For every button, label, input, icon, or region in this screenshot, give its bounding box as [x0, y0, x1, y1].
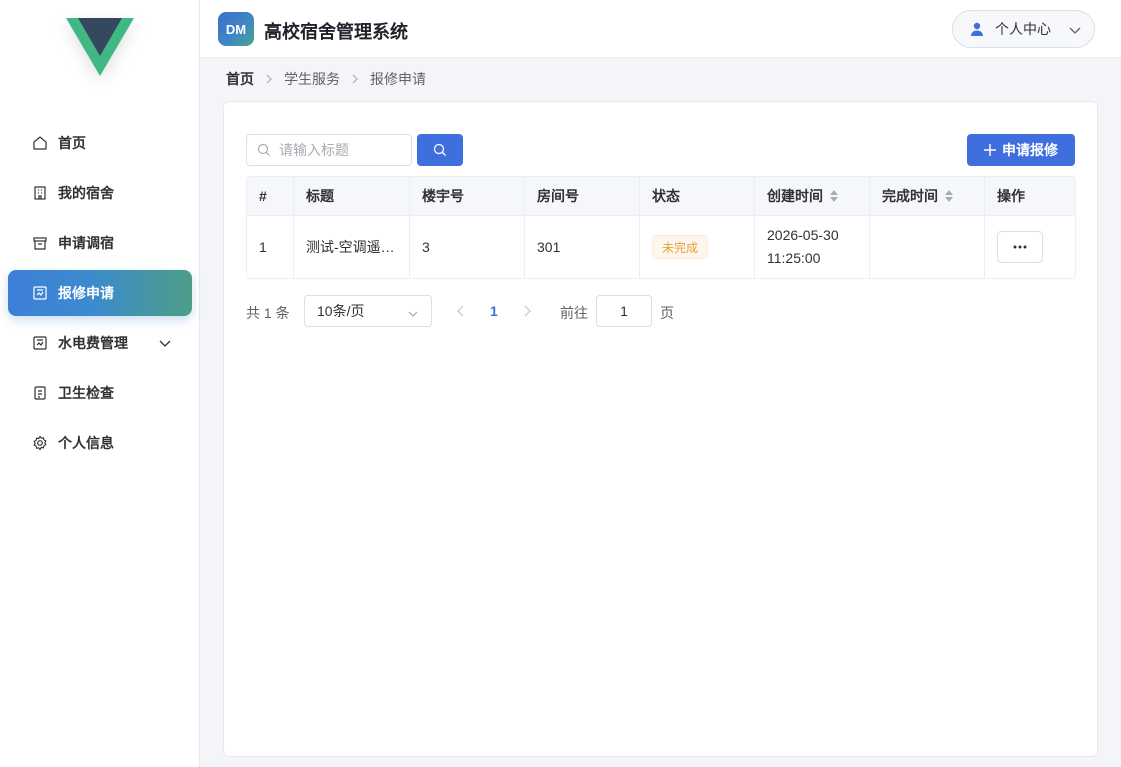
search-button[interactable]	[417, 134, 463, 166]
user-center-label: 个人中心	[995, 21, 1051, 37]
sidebar-item-repair[interactable]: 报修申请	[8, 270, 192, 316]
chevron-right-icon	[264, 74, 274, 84]
chevron-down-icon	[407, 307, 419, 323]
main-card: 申请报修 # 标题 楼宇号 房间号 状态 创建时间 完成时间 操作	[223, 101, 1098, 757]
created-datetime: 2026-05-30 11:25:00	[767, 224, 839, 270]
column-header-title: 标题	[294, 177, 410, 215]
sidebar-item-profile[interactable]: 个人信息	[8, 420, 192, 466]
pagination-total: 共 1 条	[246, 305, 290, 321]
created-date: 2026-05-30	[767, 227, 839, 243]
cell-building: 3	[410, 216, 525, 278]
breadcrumb-current: 报修申请	[370, 71, 426, 87]
page-suffix: 页	[660, 305, 674, 321]
repair-table: # 标题 楼宇号 房间号 状态 创建时间 完成时间 操作 1 测试-空调遥控 3…	[246, 176, 1076, 279]
column-header-index: #	[247, 177, 294, 215]
column-header-finished[interactable]: 完成时间	[870, 177, 985, 215]
search-input[interactable]	[279, 142, 399, 158]
status-badge: 未完成	[652, 235, 709, 259]
sidebar-item-home[interactable]: 首页	[8, 120, 192, 166]
cell-finished	[870, 216, 985, 278]
sidebar-menu: 首页 我的宿舍 申请调宿 报修申请 水电费管理 卫生检查 个人信息	[8, 120, 192, 470]
cell-created: 2026-05-30 11:25:00	[755, 216, 870, 278]
cell-actions	[985, 216, 1075, 278]
apply-repair-label: 申请报修	[1002, 142, 1058, 158]
plus-icon	[984, 144, 996, 156]
search-field[interactable]	[246, 134, 412, 166]
created-time: 11:25:00	[767, 250, 821, 266]
column-header-created[interactable]: 创建时间	[755, 177, 870, 215]
more-actions-button[interactable]	[997, 231, 1043, 263]
building-icon	[32, 185, 48, 201]
page-size-value: 10条/页	[317, 303, 365, 319]
table-row: 1 测试-空调遥控器坏了 3 301 未完成 2026-05-30 11:25:…	[247, 216, 1075, 278]
cell-room: 301	[525, 216, 640, 278]
sidebar-item-label: 申请调宿	[58, 235, 114, 251]
search-icon	[433, 143, 447, 157]
page-number[interactable]: 1	[490, 303, 498, 319]
breadcrumb-home[interactable]: 首页	[226, 69, 254, 89]
table-header: # 标题 楼宇号 房间号 状态 创建时间 完成时间 操作	[247, 177, 1075, 216]
column-header-created-label: 创建时间	[767, 188, 823, 204]
sidebar-item-transfer[interactable]: 申请调宿	[8, 220, 192, 266]
more-icon	[1013, 245, 1027, 249]
sidebar: 首页 我的宿舍 申请调宿 报修申请 水电费管理 卫生检查 个人信息	[0, 0, 200, 767]
meter-icon	[32, 335, 48, 351]
breadcrumb: 首页 学生服务 报修申请	[226, 70, 426, 88]
column-header-status: 状态	[640, 177, 755, 215]
tools-icon	[32, 285, 48, 301]
gear-icon	[32, 435, 48, 451]
sidebar-item-label: 卫生检查	[58, 385, 114, 401]
page-jump-input[interactable]	[596, 295, 652, 327]
column-header-finished-label: 完成时间	[882, 188, 938, 204]
sidebar-item-label: 报修申请	[58, 285, 114, 301]
cell-title: 测试-空调遥控器坏了	[294, 216, 410, 278]
sidebar-item-label: 水电费管理	[58, 335, 128, 351]
app-title: 高校宿舍管理系统	[264, 22, 408, 42]
column-header-actions: 操作	[997, 188, 1025, 204]
goto-label: 前往	[560, 305, 588, 321]
chevron-right-icon	[350, 74, 360, 84]
sidebar-item-utilities[interactable]: 水电费管理	[8, 320, 192, 366]
next-page-button[interactable]	[522, 305, 532, 317]
page-size-select[interactable]: 10条/页	[304, 295, 432, 327]
sidebar-item-my-dorm[interactable]: 我的宿舍	[8, 170, 192, 216]
box-icon	[32, 235, 48, 251]
sort-icon[interactable]	[944, 189, 954, 203]
prev-page-button[interactable]	[456, 305, 466, 317]
home-icon	[32, 135, 48, 151]
chevron-down-icon	[158, 336, 172, 353]
pagination: 共 1 条 10条/页 1 前往 页	[246, 295, 746, 327]
column-header-room: 房间号	[525, 177, 640, 215]
vue-logo-icon	[66, 18, 134, 76]
logo	[52, 18, 148, 98]
breadcrumb-student-services[interactable]: 学生服务	[284, 69, 340, 89]
sort-icon[interactable]	[829, 189, 839, 203]
brand-badge: DM	[218, 12, 254, 46]
cell-status: 未完成	[640, 216, 755, 278]
top-header: DM 高校宿舍管理系统 个人中心	[200, 0, 1121, 58]
search-icon	[257, 143, 271, 157]
chevron-down-icon	[1068, 23, 1082, 40]
sidebar-item-label: 首页	[58, 135, 86, 151]
sidebar-item-label: 我的宿舍	[58, 185, 114, 201]
sidebar-item-hygiene[interactable]: 卫生检查	[8, 370, 192, 416]
user-center-dropdown[interactable]: 个人中心	[952, 10, 1095, 48]
column-header-building: 楼宇号	[410, 177, 525, 215]
apply-repair-button[interactable]: 申请报修	[967, 134, 1075, 166]
cell-index: 1	[247, 216, 294, 278]
sidebar-item-label: 个人信息	[58, 435, 114, 451]
user-icon	[969, 21, 985, 37]
cell-title-text: 测试-空调遥控器坏了	[306, 239, 402, 255]
document-icon	[32, 385, 48, 401]
